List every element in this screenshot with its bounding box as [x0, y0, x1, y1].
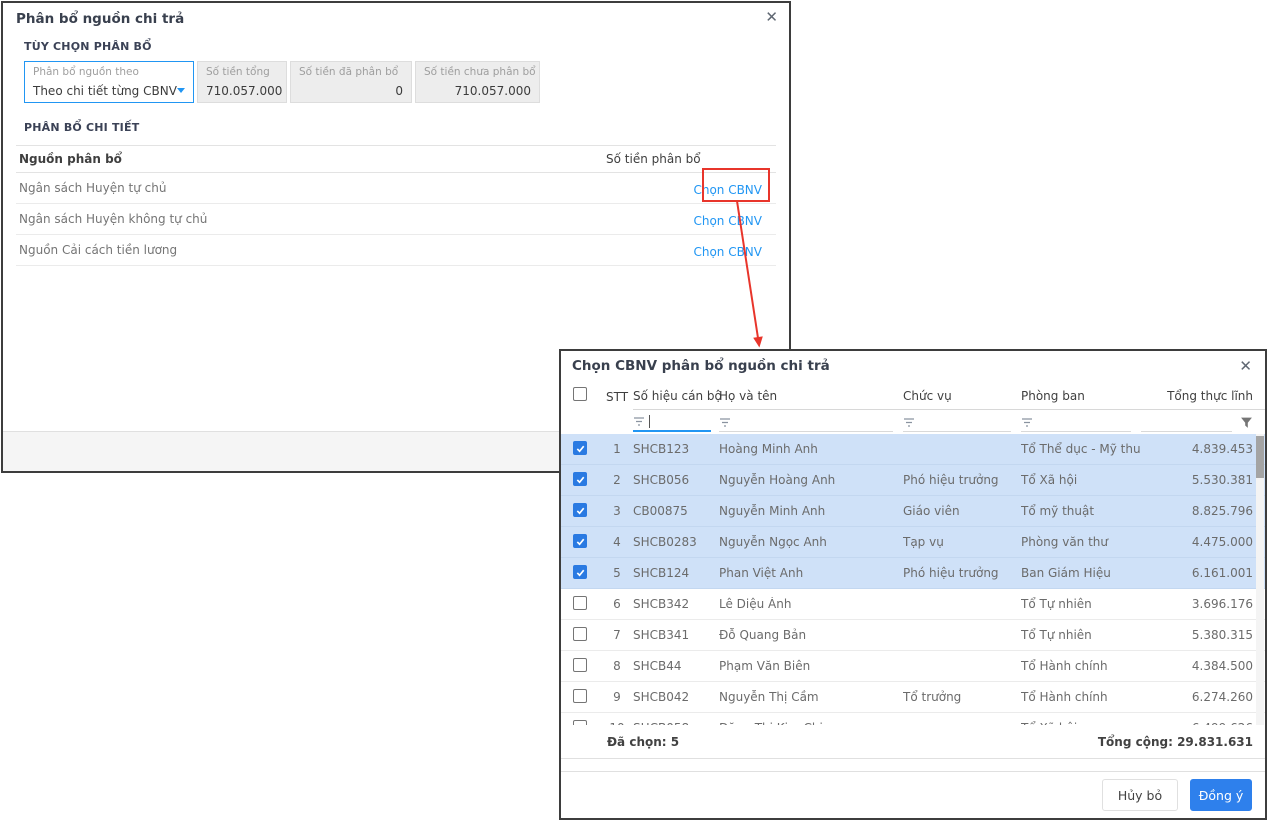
code-filter-input[interactable]: [633, 412, 711, 432]
selected-count: Đã chọn: 5: [561, 735, 679, 749]
filter-funnel-icon[interactable]: [1240, 416, 1253, 429]
row-checkbox[interactable]: [573, 658, 587, 672]
row-checkbox[interactable]: [573, 472, 587, 486]
unallocated-amount-label: Số tiền chưa phân bổ: [424, 66, 531, 78]
table-row[interactable]: 4SHCB0283Nguyễn Ngọc AnhTạp vụPhòng văn …: [561, 527, 1265, 558]
col-stt-header[interactable]: STT: [601, 390, 633, 410]
text-cursor: [649, 415, 650, 428]
allocated-amount-value: 0: [299, 84, 403, 98]
row-checkbox[interactable]: [573, 627, 587, 641]
row-checkbox[interactable]: [573, 689, 587, 703]
chevron-down-icon[interactable]: [177, 88, 185, 93]
table-row[interactable]: 3CB00875Nguyễn Minh AnhGiáo viênTổ mỹ th…: [561, 496, 1265, 527]
close-icon[interactable]: ✕: [1239, 359, 1252, 374]
col-amount-header: Số tiền phân bổ: [606, 152, 776, 166]
row-checkbox[interactable]: [573, 441, 587, 455]
allocation-detail-table: Nguồn phân bổ Số tiền phân bổ Ngân sách …: [16, 145, 776, 266]
row-checkbox[interactable]: [573, 503, 587, 517]
confirm-button[interactable]: Đồng ý: [1190, 779, 1252, 811]
select-all-checkbox[interactable]: [573, 387, 587, 401]
section-allocation-options: TÙY CHỌN PHÂN BỔ: [24, 40, 152, 53]
table-row: Nguồn Cải cách tiền lương Chọn CBNV: [16, 235, 776, 266]
choose-cbnv-link[interactable]: Chọn CBNV: [693, 245, 762, 259]
allocate-by-value: Theo chi tiết từng CBNV: [33, 84, 185, 98]
staff-rows: 1SHCB123Hoàng Minh AnhTổ Thể dục - Mỹ th…: [561, 434, 1265, 725]
row-checkbox[interactable]: [573, 534, 587, 548]
table-row[interactable]: 10SHCB058Đặng Thị Kim ChiTổ Xã hội6.499.…: [561, 713, 1265, 725]
staff-table-header: STT Số hiệu cán bộ Họ và tên Chức vụ Phò…: [561, 379, 1265, 410]
filter-lines-icon: [1021, 416, 1033, 428]
source-name: Ngân sách Huyện không tự chủ: [16, 212, 606, 226]
allocated-amount-label: Số tiền đã phân bổ: [299, 66, 403, 78]
modal2-footer: Hủy bỏ Đồng ý: [561, 771, 1265, 818]
allocated-amount-field: Số tiền đã phân bổ 0: [290, 61, 412, 103]
modal1-title: Phân bổ nguồn chi trả: [16, 11, 184, 27]
col-name-header[interactable]: Họ và tên: [719, 389, 903, 410]
col-source-header: Nguồn phân bổ: [16, 152, 606, 166]
screen: Phân bổ nguồn chi trả ✕ TÙY CHỌN PHÂN BỔ…: [0, 0, 1273, 827]
col-total-header[interactable]: Tổng thực lĩnh: [1141, 389, 1265, 410]
col-department-header[interactable]: Phòng ban: [1021, 389, 1141, 410]
total-amount-label: Số tiền tổng: [206, 66, 278, 78]
position-filter-input[interactable]: [903, 412, 1011, 432]
detail-table-header: Nguồn phân bổ Số tiền phân bổ: [16, 145, 776, 173]
table-row[interactable]: 6SHCB342Lê Diệu ÁnhTổ Tự nhiên3.696.176: [561, 589, 1265, 620]
total-amount-value: 710.057.000: [206, 84, 278, 98]
close-icon[interactable]: ✕: [765, 10, 778, 25]
table-row[interactable]: 1SHCB123Hoàng Minh AnhTổ Thể dục - Mỹ th…: [561, 434, 1265, 465]
choose-cbnv-link[interactable]: Chọn CBNV: [693, 214, 762, 228]
table-row: Ngân sách Huyện tự chủ Chọn CBNV: [16, 173, 776, 204]
allocate-by-label: Phân bổ nguồn theo: [33, 66, 185, 78]
unallocated-amount-field: Số tiền chưa phân bổ 710.057.000: [415, 61, 540, 103]
filter-lines-icon: [633, 415, 645, 427]
table-row[interactable]: 9SHCB042Nguyễn Thị CầmTổ trưởngTổ Hành c…: [561, 682, 1265, 713]
filter-lines-icon: [719, 416, 731, 428]
unallocated-amount-value: 710.057.000: [424, 84, 531, 98]
grand-total: Tổng cộng: 29.831.631: [1098, 735, 1265, 749]
vertical-scrollbar[interactable]: [1256, 434, 1264, 725]
section-allocation-detail: PHÂN BỔ CHI TIẾT: [24, 121, 139, 134]
table-row[interactable]: 2SHCB056Nguyễn Hoàng AnhPhó hiệu trưởngT…: [561, 465, 1265, 496]
source-name: Ngân sách Huyện tự chủ: [16, 181, 606, 195]
cancel-button[interactable]: Hủy bỏ: [1102, 779, 1178, 811]
row-checkbox[interactable]: [573, 596, 587, 610]
department-filter-input[interactable]: [1021, 412, 1131, 432]
row-checkbox[interactable]: [573, 565, 587, 579]
source-name: Nguồn Cải cách tiền lương: [16, 243, 606, 257]
table-row[interactable]: 8SHCB44Phạm Văn BiênTổ Hành chính4.384.5…: [561, 651, 1265, 682]
allocate-by-dropdown[interactable]: Phân bổ nguồn theo Theo chi tiết từng CB…: [24, 61, 194, 103]
table-row: Ngân sách Huyện không tự chủ Chọn CBNV: [16, 204, 776, 235]
col-position-header[interactable]: Chức vụ: [903, 389, 1021, 410]
scrollbar-thumb[interactable]: [1256, 436, 1264, 478]
summary-row: Đã chọn: 5 Tổng cộng: 29.831.631: [561, 725, 1265, 759]
total-amount-field: Số tiền tổng 710.057.000: [197, 61, 287, 103]
table-row[interactable]: 5SHCB124Phan Việt AnhPhó hiệu trưởngBan …: [561, 558, 1265, 589]
name-filter-input[interactable]: [719, 412, 893, 432]
col-code-header[interactable]: Số hiệu cán bộ: [633, 389, 719, 410]
modal2-title: Chọn CBNV phân bổ nguồn chi trả: [572, 358, 830, 374]
total-filter-input[interactable]: [1141, 412, 1232, 432]
option-fields-row: Phân bổ nguồn theo Theo chi tiết từng CB…: [24, 61, 540, 103]
choose-cbnv-link[interactable]: Chọn CBNV: [693, 183, 762, 197]
table-row[interactable]: 7SHCB341Đỗ Quang BảnTổ Tự nhiên5.380.315: [561, 620, 1265, 651]
filter-lines-icon: [903, 416, 915, 428]
choose-cbnv-modal: Chọn CBNV phân bổ nguồn chi trả ✕ STT Số…: [559, 349, 1267, 820]
filter-row: [561, 410, 1265, 434]
